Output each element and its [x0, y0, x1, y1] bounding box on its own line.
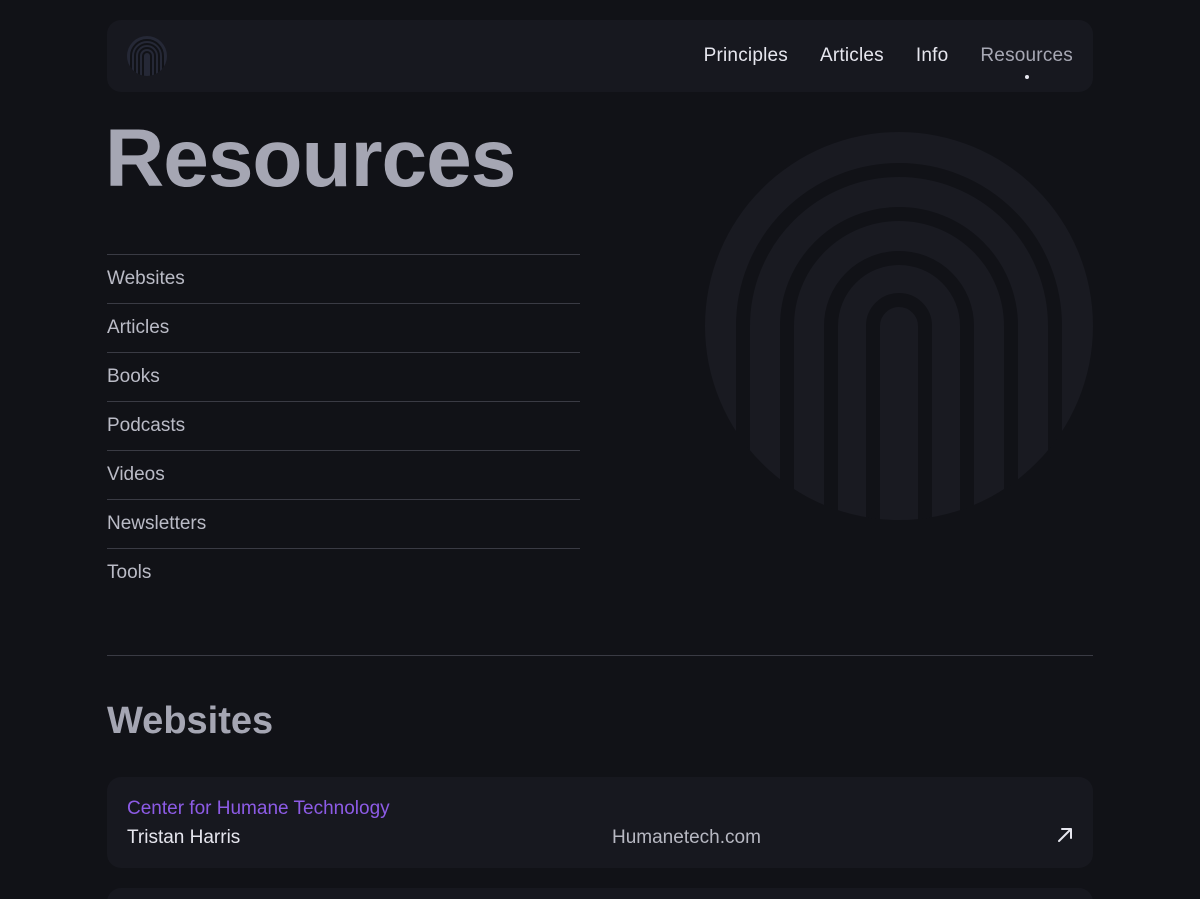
toc-item-websites[interactable]: Websites — [107, 254, 580, 303]
resource-domain: Humanetech.com — [612, 827, 761, 848]
fingerprint-logo-icon[interactable] — [126, 35, 168, 77]
resource-card[interactable]: Center for Humane Technology Tristan Har… — [107, 777, 1093, 868]
resource-card-next[interactable] — [107, 888, 1093, 899]
page-title: Resources — [105, 113, 516, 204]
page: Principles Articles Info Resources Resou… — [0, 0, 1200, 899]
top-navbar: Principles Articles Info Resources — [107, 20, 1093, 92]
fingerprint-arch-icon — [705, 132, 1093, 520]
nav-links: Principles Articles Info Resources — [704, 20, 1073, 92]
section-divider — [107, 655, 1093, 656]
nav-link-principles[interactable]: Principles — [704, 45, 788, 67]
toc-item-videos[interactable]: Videos — [107, 450, 580, 499]
nav-link-resources[interactable]: Resources — [980, 45, 1073, 79]
resource-author: Tristan Harris — [127, 827, 241, 848]
arrow-up-right-icon[interactable] — [1055, 825, 1075, 845]
toc-item-newsletters[interactable]: Newsletters — [107, 499, 580, 548]
resources-toc: Websites Articles Books Podcasts Videos … — [107, 254, 580, 597]
toc-item-books[interactable]: Books — [107, 352, 580, 401]
nav-link-info[interactable]: Info — [916, 45, 949, 67]
toc-item-tools[interactable]: Tools — [107, 548, 580, 597]
resource-name-link[interactable]: Center for Humane Technology — [127, 798, 390, 820]
nav-link-articles[interactable]: Articles — [820, 45, 884, 67]
toc-item-articles[interactable]: Articles — [107, 303, 580, 352]
section-title-websites: Websites — [107, 700, 274, 742]
toc-item-podcasts[interactable]: Podcasts — [107, 401, 580, 450]
